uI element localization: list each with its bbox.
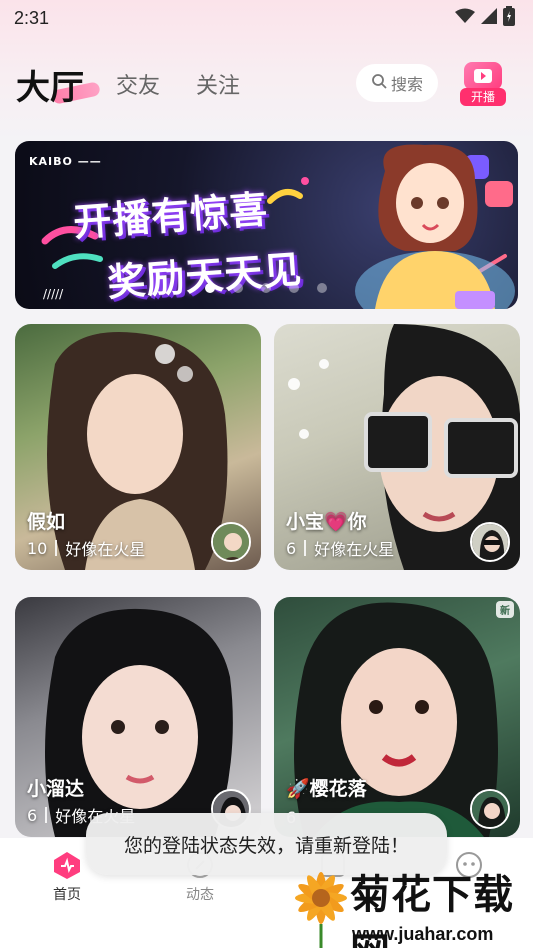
tab-following[interactable]: 关注 (196, 68, 240, 100)
avatar[interactable] (211, 522, 251, 562)
watermark: 菊花下载网 www.juahar.com (290, 858, 533, 948)
banner-dot[interactable] (205, 283, 215, 293)
tab-hall[interactable]: 大厅 (16, 60, 84, 109)
live-room-card[interactable]: 小溜达 6 好像在火星 (15, 597, 261, 837)
search-icon (371, 73, 387, 93)
nav-feed-label: 动态 (186, 887, 214, 903)
card-location: 好像在火星 (314, 540, 395, 559)
divider (45, 807, 48, 823)
banner-stripes: ///// (43, 287, 64, 301)
signal-icon (481, 8, 497, 28)
banner-pagination (205, 283, 327, 293)
card-streamer-name: 小溜达 (27, 778, 85, 800)
card-viewer-count: 6 (27, 805, 38, 825)
banner-dot[interactable] (233, 283, 243, 293)
search-label: 搜索 (390, 75, 423, 94)
avatar[interactable] (470, 789, 510, 829)
wifi-icon (455, 8, 475, 28)
live-room-card[interactable]: 假如 10 好像在火星 (15, 324, 261, 570)
card-viewer-count: 6 (286, 538, 297, 558)
card-streamer-name: 🚀樱花落 (286, 778, 367, 800)
new-badge: 新 (496, 601, 514, 618)
card-streamer-name: 假如 (27, 511, 66, 533)
nav-home-label: 首页 (53, 887, 81, 903)
flower-logo-icon (295, 872, 347, 948)
card-viewer-count: 10 (27, 538, 48, 558)
status-time: 2:31 (14, 7, 50, 28)
go-live-label: 开播 (460, 88, 506, 106)
banner-dot[interactable] (317, 283, 327, 293)
home-icon (52, 850, 82, 880)
card-streamer-name: 小宝💗你 (286, 511, 367, 533)
banner-character-illustration (355, 144, 515, 309)
card-meta: 6 好像在火星 (286, 536, 394, 560)
avatar[interactable] (470, 522, 510, 562)
tab-friends[interactable]: 交友 (116, 68, 160, 100)
divider (304, 540, 307, 556)
card-meta: 10 好像在火星 (27, 536, 145, 560)
header: 大厅 交友 关注 搜索 开播 (0, 56, 533, 112)
live-room-card[interactable]: 新 🚀樱花落 6 (274, 597, 520, 837)
battery-icon (503, 6, 515, 30)
banner-dot[interactable] (289, 283, 299, 293)
live-icon (464, 62, 502, 90)
toast-message: 您的登陆状态失效，请重新登陆！ (123, 834, 409, 857)
search-button[interactable]: 搜索 (356, 64, 438, 102)
status-icons (455, 6, 515, 30)
card-location: 好像在火星 (65, 540, 146, 559)
go-live-button[interactable]: 开播 (460, 60, 506, 106)
live-room-card[interactable]: 小宝💗你 6 好像在火星 (274, 324, 520, 570)
promo-banner[interactable]: KAIBO —— 开播有惊喜 奖励天天见 ///// (15, 141, 518, 309)
banner-dot[interactable] (261, 283, 271, 293)
status-bar: 2:31 (0, 0, 533, 36)
divider (55, 540, 58, 556)
watermark-url: www.juahar.com (352, 924, 494, 944)
